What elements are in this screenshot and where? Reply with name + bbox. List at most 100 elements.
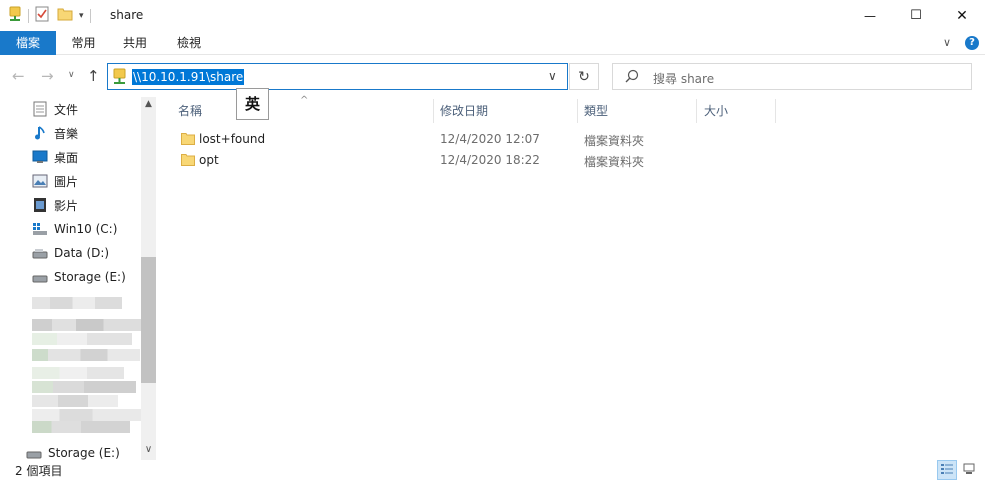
title-bar: ▾ share — ☐ ✕	[0, 0, 985, 31]
redacted-item	[32, 333, 132, 345]
file-modified: 12/4/2020 18:22	[440, 153, 540, 167]
tab-home[interactable]: 常用	[56, 31, 111, 55]
expand-ribbon-icon[interactable]: ∨	[943, 36, 957, 50]
sidebar-item-label: 音樂	[54, 126, 79, 141]
sidebar-item-label: 圖片	[54, 174, 79, 189]
status-bar: 2 個項目	[0, 460, 985, 482]
refresh-icon: ↻	[578, 68, 590, 85]
back-button[interactable]: ←	[12, 67, 25, 85]
sidebar-item-desktop[interactable]: 桌面	[32, 145, 78, 169]
network-folder-icon	[8, 6, 22, 25]
recent-locations-button[interactable]: ∨	[68, 70, 75, 80]
sidebar-item-videos[interactable]: 影片	[32, 193, 78, 217]
search-box[interactable]: 搜尋 share	[612, 63, 972, 90]
forward-button[interactable]: →	[41, 67, 54, 85]
file-name: lost+found	[199, 132, 266, 146]
minimize-icon: —	[864, 8, 876, 23]
large-icons-view-button[interactable]	[959, 460, 979, 480]
redacted-item	[32, 409, 142, 421]
address-bar[interactable]: \\10.10.1.91\share ∨	[107, 63, 568, 90]
sidebar-item-label: Storage (E:)	[54, 270, 126, 284]
tab-file[interactable]: 檔案	[0, 31, 56, 55]
redacted-item	[32, 349, 140, 361]
pictures-icon	[32, 173, 48, 189]
file-type: 檔案資料夾	[584, 134, 645, 148]
details-view-button[interactable]	[937, 460, 957, 480]
window-title: share	[110, 8, 144, 22]
tab-view[interactable]: 檢視	[163, 31, 215, 55]
column-header-size[interactable]: 大小	[704, 103, 728, 119]
sidebar-item-music[interactable]: 音樂	[32, 121, 78, 145]
item-count: 2 個項目	[15, 464, 63, 478]
minimize-button[interactable]: —	[847, 0, 893, 31]
file-row[interactable]: opt 12/4/2020 18:22 檔案資料夾	[158, 150, 778, 171]
column-header-type[interactable]: 類型	[584, 103, 608, 119]
drive-icon	[26, 445, 42, 461]
sidebar-item-label: Data (D:)	[54, 246, 110, 260]
sidebar-item-label: Win10 (C:)	[54, 222, 118, 236]
quick-access-toolbar: ▾	[8, 6, 97, 25]
redacted-item	[32, 367, 124, 379]
drive-icon	[32, 269, 48, 285]
tab-share[interactable]: 共用	[111, 31, 159, 55]
details-view-icon	[941, 463, 953, 478]
maximize-button[interactable]: ☐	[893, 0, 939, 31]
music-icon	[32, 125, 48, 141]
sidebar-item-label: 文件	[54, 102, 79, 117]
large-icons-view-icon	[963, 463, 975, 478]
drive-icon	[32, 245, 48, 261]
redacted-item	[32, 421, 130, 433]
new-folder-icon[interactable]	[57, 6, 73, 25]
sidebar-item-data-d[interactable]: Data (D:)	[32, 241, 109, 265]
redacted-item	[32, 319, 142, 331]
address-text[interactable]: \\10.10.1.91\share	[132, 69, 245, 85]
column-divider[interactable]	[433, 99, 434, 123]
file-modified: 12/4/2020 12:07	[440, 132, 540, 146]
sidebar-item-win10-c[interactable]: Win10 (C:)	[32, 217, 117, 241]
search-icon	[625, 69, 639, 83]
qat-divider	[28, 8, 29, 23]
file-list: 名稱 ^ 修改日期 類型 大小 lost+found 12/4/2020 12:…	[158, 95, 985, 460]
ribbon-tabs: 檔案 常用 共用 檢視 ∨ ?	[0, 31, 985, 55]
qat-divider	[89, 8, 91, 23]
close-icon: ✕	[956, 7, 968, 24]
sidebar-item-documents[interactable]: 文件	[32, 97, 78, 121]
maximize-icon: ☐	[910, 8, 922, 23]
up-button[interactable]: ↑	[87, 67, 100, 85]
videos-icon	[32, 197, 48, 213]
sort-ascending-icon: ^	[300, 95, 309, 106]
scroll-up-arrow[interactable]: ▲	[141, 97, 156, 111]
address-dropdown-icon[interactable]: ∨	[548, 69, 557, 83]
sidebar-item-label: Storage (E:)	[48, 446, 120, 460]
system-drive-icon	[32, 221, 48, 237]
sidebar-item-pictures[interactable]: 圖片	[32, 169, 78, 193]
sidebar-item-label: 影片	[54, 198, 79, 213]
file-name: opt	[199, 153, 219, 167]
column-header-modified[interactable]: 修改日期	[440, 103, 488, 119]
file-type: 檔案資料夾	[584, 155, 645, 169]
redacted-item	[32, 395, 118, 407]
folder-icon	[181, 153, 195, 166]
column-divider[interactable]	[696, 99, 697, 123]
navigation-pane: 文件 音樂 桌面 圖片 影片 Win10 (C:) Data (D:) Stor…	[0, 97, 158, 460]
desktop-icon	[32, 149, 48, 165]
sidebar-item-storage-e[interactable]: Storage (E:)	[32, 265, 126, 289]
close-button[interactable]: ✕	[939, 0, 985, 31]
properties-icon[interactable]	[35, 6, 49, 25]
documents-icon	[32, 101, 48, 117]
network-share-icon	[113, 68, 126, 88]
customize-qat-icon[interactable]: ▾	[79, 11, 84, 21]
navigation-bar: ← → ∨ ↑ \\10.10.1.91\share ∨ ↻ 搜尋 share	[0, 55, 985, 97]
sidebar-item-label: 桌面	[54, 150, 79, 165]
refresh-button[interactable]: ↻	[569, 63, 599, 90]
scroll-down-arrow[interactable]: ∨	[141, 443, 156, 457]
sidebar-scroll-thumb[interactable]	[141, 257, 156, 383]
redacted-item	[32, 381, 136, 393]
column-divider[interactable]	[775, 99, 776, 123]
column-divider[interactable]	[577, 99, 578, 123]
column-header-name[interactable]: 名稱	[178, 103, 202, 119]
folder-icon	[181, 132, 195, 145]
help-icon[interactable]: ?	[965, 36, 979, 50]
search-input[interactable]: 搜尋 share	[653, 70, 714, 87]
file-row[interactable]: lost+found 12/4/2020 12:07 檔案資料夾	[158, 129, 778, 150]
